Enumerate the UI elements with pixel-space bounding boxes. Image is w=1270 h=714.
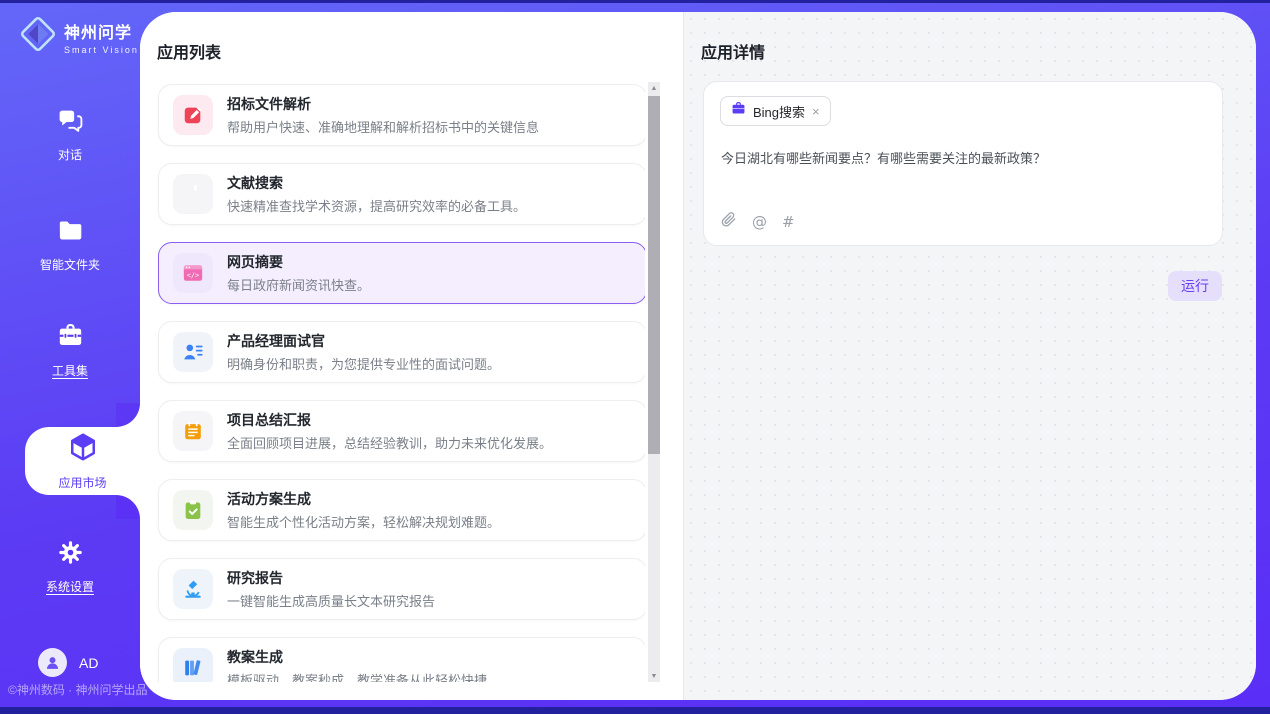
app-card-3[interactable]: </> 网页摘要每日政府新闻资讯快查。 bbox=[158, 242, 645, 304]
app-card-7[interactable]: 研究报告一键智能生成高质量长文本研究报告 bbox=[158, 558, 645, 620]
app-detail-title: 应用详情 bbox=[701, 39, 765, 63]
close-icon[interactable]: × bbox=[812, 105, 820, 118]
app-card-name: 文献搜索 bbox=[227, 173, 526, 193]
user-account[interactable]: AD bbox=[38, 648, 98, 677]
memo-icon bbox=[173, 411, 213, 451]
mention-icon[interactable]: @ bbox=[752, 213, 767, 231]
app-list: 招标文件解析帮助用户快速、准确地理解和解析招标书中的关键信息文献搜索快速精准查找… bbox=[140, 82, 645, 682]
hash-icon[interactable]: # bbox=[782, 213, 795, 231]
app-root: 神州问学 Smart Vision 对话智能文件夹工具集应用市场系统设置 AD … bbox=[0, 0, 1270, 714]
app-card-name: 网页摘要 bbox=[227, 252, 370, 272]
sidebar-item-3[interactable]: 工具集 bbox=[0, 319, 140, 383]
app-card-texts: 文献搜索快速精准查找学术资源，提高研究效率的必备工具。 bbox=[227, 173, 526, 215]
app-card-texts: 网页摘要每日政府新闻资讯快查。 bbox=[227, 252, 370, 294]
clipboard-check-icon bbox=[173, 490, 213, 530]
attachment-icon[interactable] bbox=[720, 211, 737, 232]
gear-icon bbox=[57, 539, 84, 571]
logo-subtitle: Smart Vision bbox=[64, 45, 139, 55]
user-initials: AD bbox=[79, 655, 98, 671]
scroll-up-icon[interactable]: ▲ bbox=[648, 82, 660, 94]
briefcase-icon bbox=[731, 101, 746, 121]
interviewer-icon bbox=[173, 332, 213, 372]
input-toolbar: @# bbox=[720, 211, 795, 232]
app-card-4[interactable]: 产品经理面试官明确身份和职责，为您提供专业性的面试问题。 bbox=[158, 321, 645, 383]
app-card-1[interactable]: 招标文件解析帮助用户快速、准确地理解和解析招标书中的关键信息 bbox=[158, 84, 645, 146]
app-card-name: 招标文件解析 bbox=[227, 94, 539, 114]
logo-diamond-icon bbox=[20, 16, 56, 57]
toolbox-icon bbox=[57, 323, 84, 355]
app-card-name: 产品经理面试官 bbox=[227, 331, 500, 351]
sidebar: 神州问学 Smart Vision 对话智能文件夹工具集应用市场系统设置 AD … bbox=[0, 3, 140, 707]
sidebar-item-label: 智能文件夹 bbox=[40, 256, 100, 273]
app-card-name: 研究报告 bbox=[227, 568, 435, 588]
folder-icon bbox=[57, 217, 84, 249]
app-logo: 神州问学 Smart Vision bbox=[20, 16, 139, 57]
sidebar-item-label: 对话 bbox=[58, 146, 82, 163]
app-card-texts: 产品经理面试官明确身份和职责，为您提供专业性的面试问题。 bbox=[227, 331, 500, 373]
sidebar-item-1[interactable]: 对话 bbox=[0, 103, 140, 167]
book-icon bbox=[173, 174, 213, 214]
app-list-panel: 应用列表 招标文件解析帮助用户快速、准确地理解和解析招标书中的关键信息文献搜索快… bbox=[140, 12, 683, 700]
sidebar-item-5[interactable]: 系统设置 bbox=[0, 535, 140, 599]
app-card-description: 模板驱动，教案秒成，教学准备从此轻松快捷 bbox=[227, 670, 487, 682]
chat-icon bbox=[57, 107, 84, 139]
app-card-description: 全面回顾项目进展，总结经验教训，助力未来优化发展。 bbox=[227, 433, 552, 452]
app-card-texts: 研究报告一键智能生成高质量长文本研究报告 bbox=[227, 568, 435, 610]
scroll-down-icon[interactable]: ▼ bbox=[648, 670, 660, 682]
content-window: 应用列表 招标文件解析帮助用户快速、准确地理解和解析招标书中的关键信息文献搜索快… bbox=[140, 12, 1256, 700]
app-card-description: 快速精准查找学术资源，提高研究效率的必备工具。 bbox=[227, 196, 526, 215]
sidebar-item-label: 系统设置 bbox=[46, 578, 94, 595]
app-card-8[interactable]: 教案生成模板驱动，教案秒成，教学准备从此轻松快捷 bbox=[158, 637, 645, 682]
app-card-name: 活动方案生成 bbox=[227, 489, 500, 509]
prompt-input[interactable]: 今日湖北有哪些新闻要点？有哪些需要关注的最新政策？ bbox=[721, 148, 1206, 167]
browser-code-icon: </> bbox=[173, 253, 213, 293]
sidebar-item-2[interactable]: 智能文件夹 bbox=[0, 213, 140, 277]
avatar[interactable] bbox=[38, 648, 67, 677]
app-card-2[interactable]: 文献搜索快速精准查找学术资源，提高研究效率的必备工具。 bbox=[158, 163, 645, 225]
app-card-description: 一键智能生成高质量长文本研究报告 bbox=[227, 591, 435, 610]
prompt-card: Bing搜索 × 今日湖北有哪些新闻要点？有哪些需要关注的最新政策？ @# bbox=[703, 81, 1223, 246]
app-card-6[interactable]: 活动方案生成智能生成个性化活动方案，轻松解决规划难题。 bbox=[158, 479, 645, 541]
app-card-name: 项目总结汇报 bbox=[227, 410, 552, 430]
run-button[interactable]: 运行 bbox=[1168, 271, 1222, 301]
copyright-footer: ©神州数码 · 神州问学出品 bbox=[8, 681, 148, 698]
app-card-description: 明确身份和职责，为您提供专业性的面试问题。 bbox=[227, 354, 500, 373]
app-card-description: 帮助用户快速、准确地理解和解析招标书中的关键信息 bbox=[227, 117, 539, 136]
app-card-description: 智能生成个性化活动方案，轻松解决规划难题。 bbox=[227, 512, 500, 531]
sidebar-item-label: 工具集 bbox=[52, 362, 88, 379]
cube-icon bbox=[68, 432, 98, 467]
svg-text:</>: </> bbox=[187, 271, 199, 279]
tool-tag-bing-search[interactable]: Bing搜索 × bbox=[720, 96, 831, 126]
edit-document-icon bbox=[173, 95, 213, 135]
books-icon bbox=[173, 648, 213, 682]
app-card-texts: 项目总结汇报全面回顾项目进展，总结经验教训，助力未来优化发展。 bbox=[227, 410, 552, 452]
app-card-texts: 教案生成模板驱动，教案秒成，教学准备从此轻松快捷 bbox=[227, 647, 487, 682]
logo-title: 神州问学 bbox=[64, 19, 139, 43]
sidebar-item-4[interactable]: 应用市场 bbox=[25, 427, 140, 495]
app-detail-panel: 应用详情 Bing搜索 × 今日湖北有哪些新闻要点？有哪些需要关注的最新政策？ … bbox=[683, 12, 1256, 700]
app-card-texts: 活动方案生成智能生成个性化活动方案，轻松解决规划难题。 bbox=[227, 489, 500, 531]
app-list-title: 应用列表 bbox=[157, 39, 221, 63]
app-card-texts: 招标文件解析帮助用户快速、准确地理解和解析招标书中的关键信息 bbox=[227, 94, 539, 136]
microscope-icon bbox=[173, 569, 213, 609]
list-scrollbar[interactable]: ▲ ▼ bbox=[648, 82, 660, 682]
app-card-name: 教案生成 bbox=[227, 647, 487, 667]
app-card-description: 每日政府新闻资讯快查。 bbox=[227, 275, 370, 294]
scrollbar-thumb[interactable] bbox=[648, 96, 660, 454]
app-card-5[interactable]: 项目总结汇报全面回顾项目进展，总结经验教训，助力未来优化发展。 bbox=[158, 400, 645, 462]
sidebar-item-label: 应用市场 bbox=[58, 474, 106, 491]
tool-tag-label: Bing搜索 bbox=[753, 102, 805, 121]
